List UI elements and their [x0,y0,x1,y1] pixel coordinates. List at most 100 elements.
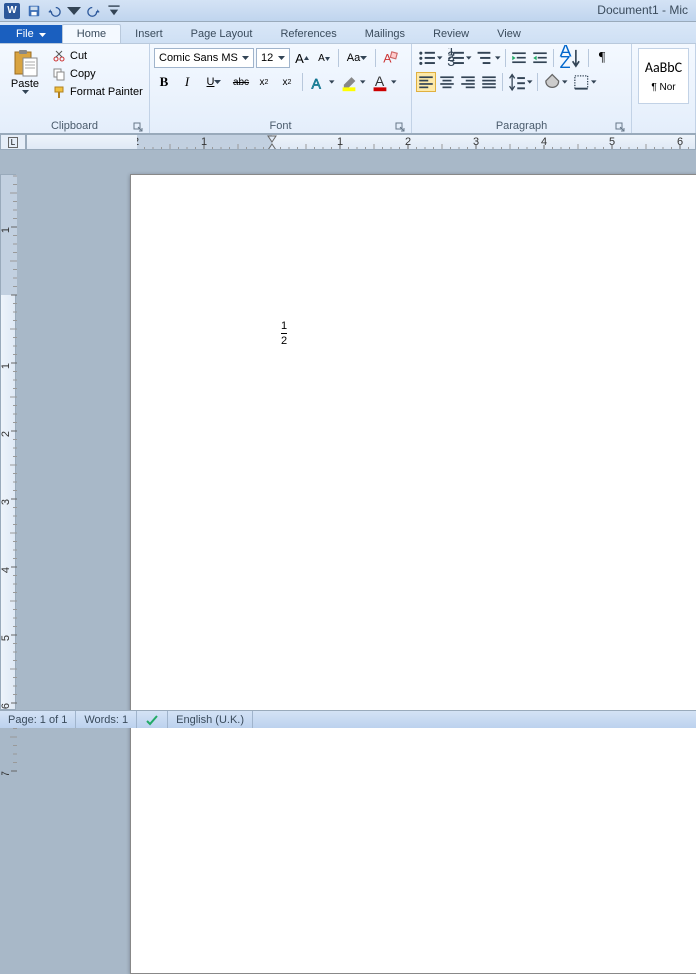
tab-view[interactable]: View [483,25,535,43]
undo-dropdown[interactable] [65,2,83,20]
svg-text:7: 7 [1,771,12,775]
svg-text:5: 5 [1,635,12,641]
bullets-button[interactable] [416,48,444,68]
font-launcher-icon[interactable] [395,122,405,132]
tab-file[interactable]: File [0,25,62,43]
undo-button[interactable] [45,2,63,20]
superscript-button[interactable]: x2 [277,72,297,92]
justify-button[interactable] [479,72,499,92]
cut-button[interactable]: Cut [50,48,145,64]
svg-text:4: 4 [1,567,12,573]
bold-button[interactable]: B [154,72,174,92]
word-app-icon: W [4,3,20,19]
format-painter-button[interactable]: Format Painter [50,84,145,100]
font-size-value: 12 [261,52,275,64]
tab-references[interactable]: References [266,25,350,43]
group-font: Comic Sans MS 12 A A Aa A B I U abc [150,44,412,133]
shrink-font-button[interactable]: A [314,48,334,68]
highlight-button[interactable] [339,72,367,92]
tab-home[interactable]: Home [62,24,121,43]
shading-button[interactable] [541,72,569,92]
tab-review[interactable]: Review [419,25,483,43]
borders-button[interactable] [570,72,598,92]
grow-font-button[interactable]: A [292,48,312,68]
svg-text:5: 5 [609,136,615,148]
svg-text:4: 4 [541,136,547,148]
tab-page-layout[interactable]: Page Layout [177,25,267,43]
style-sample: AaBbC [645,59,682,76]
fraction-bar [281,333,287,334]
ruler-h-ticks: 2112345678 [137,135,696,149]
cut-label: Cut [70,50,87,62]
svg-text:6: 6 [1,703,12,709]
svg-text:Z: Z [560,52,571,71]
status-words[interactable]: Words: 1 [76,711,137,728]
paste-button[interactable]: Paste [4,46,46,96]
group-styles: AaBbC ¶ Nor [632,44,696,133]
styles-group-label [636,120,691,133]
status-proofing[interactable] [137,711,168,728]
horizontal-ruler[interactable]: 2112345678 [26,134,696,150]
svg-text:2: 2 [137,136,139,148]
numbering-button[interactable]: 123 [445,48,473,68]
document-page[interactable]: 1 2 [130,174,696,974]
svg-text:1: 1 [1,363,12,369]
sort-button[interactable]: AZ [557,48,585,68]
subscript-button[interactable]: x2 [254,72,274,92]
svg-text:1: 1 [337,136,343,148]
show-marks-button[interactable]: ¶ [592,48,612,68]
proofing-icon [145,713,159,727]
tab-selector[interactable]: L [0,134,26,150]
svg-text:3: 3 [1,499,12,505]
group-paragraph: 123 AZ ¶ Par [412,44,632,133]
style-normal[interactable]: AaBbC ¶ Nor [638,48,689,104]
change-case-button[interactable]: Aa [343,48,371,68]
fraction-equation[interactable]: 1 2 [281,320,287,347]
paragraph-group-label: Paragraph [416,119,627,133]
multilevel-list-button[interactable] [474,48,502,68]
format-painter-label: Format Painter [70,86,143,98]
svg-text:A: A [312,75,322,91]
clipboard-launcher-icon[interactable] [133,122,143,132]
align-left-button[interactable] [416,72,436,92]
align-right-button[interactable] [458,72,478,92]
style-name: ¶ Nor [651,82,675,93]
status-page[interactable]: Page: 1 of 1 [0,711,76,728]
font-size-combo[interactable]: 12 [256,48,290,68]
svg-text:3: 3 [473,136,479,148]
text-effects-button[interactable]: A [308,72,336,92]
tab-mailings[interactable]: Mailings [351,25,419,43]
copy-button[interactable]: Copy [50,66,145,82]
align-center-button[interactable] [437,72,457,92]
svg-text:2: 2 [405,136,411,148]
decrease-indent-button[interactable] [509,48,529,68]
paragraph-launcher-icon[interactable] [615,122,625,132]
italic-button[interactable]: I [177,72,197,92]
svg-text:6: 6 [677,136,683,148]
status-language[interactable]: English (U.K.) [168,711,253,728]
copy-label: Copy [70,68,96,80]
qat-customize-dropdown[interactable] [105,2,123,20]
title-bar: W Document1 - Mic [0,0,696,22]
font-group-label: Font [154,119,407,133]
svg-text:2: 2 [1,431,12,437]
strikethrough-button[interactable]: abc [231,72,251,92]
clipboard-group-label: Clipboard [4,119,145,133]
tab-insert[interactable]: Insert [121,25,177,43]
underline-button[interactable]: U [200,72,228,92]
window-title: Document1 - Mic [597,3,688,17]
save-button[interactable] [25,2,43,20]
font-color-button[interactable]: A [370,72,398,92]
ribbon-tabs: File Home Insert Page Layout References … [0,22,696,44]
svg-text:3: 3 [447,53,455,69]
font-name-combo[interactable]: Comic Sans MS [154,48,254,68]
line-spacing-button[interactable] [506,72,534,92]
vertical-ruler[interactable]: 211234567 [0,174,16,710]
workspace: L 2112345678 211234567 1 2 [0,134,696,710]
increase-indent-button[interactable] [530,48,550,68]
font-name-value: Comic Sans MS [159,52,239,64]
redo-button[interactable] [85,2,103,20]
clear-formatting-button[interactable]: A [380,48,400,68]
svg-text:A: A [375,73,385,89]
svg-text:1: 1 [201,136,207,148]
